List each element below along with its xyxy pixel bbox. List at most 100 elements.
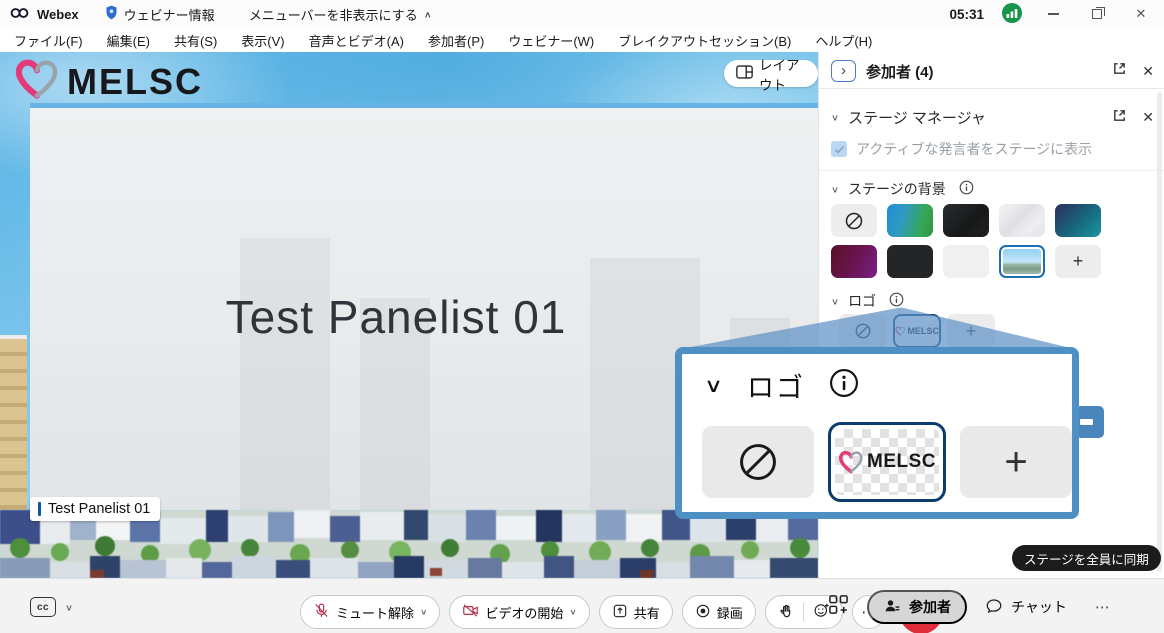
closed-captions-icon[interactable]: cc	[30, 597, 56, 617]
chat-toggle-label: チャット	[1011, 597, 1067, 617]
popout-stage-manager-icon[interactable]	[1112, 108, 1127, 127]
participants-toggle-label: 参加者	[909, 597, 951, 617]
chat-toggle-button[interactable]: チャット	[985, 597, 1067, 618]
unmute-button[interactable]: ミュート解除 ∨	[300, 595, 440, 629]
webex-logo-icon	[10, 6, 29, 23]
record-icon	[695, 603, 711, 622]
stage-manager-header: ∨ ステージ マネージャ ✕	[831, 104, 1154, 130]
callout-logo-melsc-selected[interactable]: MELSC	[828, 422, 946, 502]
raise-hand-icon	[778, 603, 794, 622]
callout-logo-text: MELSC	[867, 451, 936, 473]
app-title: Webex	[37, 7, 79, 22]
melsc-heart-icon	[14, 58, 60, 105]
start-video-button[interactable]: ビデオの開始 ∨	[449, 595, 589, 629]
callout-logo-none[interactable]	[702, 426, 814, 498]
menu-webinar[interactable]: ウェビナー(W)	[508, 31, 594, 50]
bg-thumbnail-silver[interactable]	[999, 204, 1045, 237]
chevron-down-icon: ∨	[420, 608, 427, 617]
callout-section-title: ロゴ	[747, 366, 805, 405]
participants-panel-title: 参加者 (4)	[866, 61, 934, 82]
info-icon	[829, 368, 859, 403]
menu-share[interactable]: 共有(S)	[174, 31, 217, 50]
chevron-down-icon: ∨	[569, 608, 576, 617]
sync-stage-button[interactable]: ステージを全員に同期	[1012, 545, 1161, 571]
control-toolbar: cc ∨ ミュート解除 ∨ ビデオの開始 ∨	[0, 578, 1164, 633]
webinar-info-button[interactable]: ウェビナー情報	[105, 5, 215, 24]
hide-menubar-button[interactable]: メニューバーを非表示にする ∧	[249, 5, 432, 24]
menu-breakout[interactable]: ブレイクアウトセッション(B)	[618, 31, 791, 50]
stage-background-header: ∨ ステージの背景	[831, 178, 1154, 200]
city-building-left	[0, 335, 27, 510]
logo-magnified-callout: ∨ ロゴ MELSC +	[675, 347, 1079, 519]
captions-control[interactable]: cc ∨	[30, 597, 73, 617]
menu-view[interactable]: 表示(V)	[241, 31, 284, 50]
webinar-info-label: ウェビナー情報	[124, 5, 215, 24]
bg-thumbnail-none[interactable]	[831, 204, 877, 237]
more-panels-button[interactable]: ⋯	[1095, 598, 1110, 616]
panel-controls: 参加者 チャット ⋯	[828, 590, 1110, 624]
title-bar: Webex ウェビナー情報 メニューバーを非表示にする ∧ 05:31 ✕	[0, 0, 1164, 28]
stage-tag-icon	[1076, 406, 1104, 438]
participants-toggle-button[interactable]: 参加者	[867, 590, 967, 624]
apps-icon[interactable]	[828, 594, 849, 620]
menu-help[interactable]: ヘルプ(H)	[815, 31, 872, 50]
chevron-down-icon[interactable]: ∨	[831, 296, 839, 306]
bg-thumbnail-light[interactable]	[943, 245, 989, 278]
bg-thumbnail-add-button[interactable]: +	[1055, 245, 1101, 278]
hide-menubar-label: メニューバーを非表示にする	[249, 5, 418, 24]
layout-icon	[736, 65, 753, 82]
chevron-down-icon[interactable]: ∨	[65, 602, 73, 612]
menu-bar: ファイル(F) 編集(E) 共有(S) 表示(V) 音声とビデオ(A) 参加者(…	[0, 28, 1164, 52]
bg-thumbnail-city-selected[interactable]	[999, 245, 1045, 278]
shield-icon	[105, 5, 118, 23]
connection-quality-icon[interactable]	[1002, 3, 1022, 26]
unmute-label: ミュート解除	[336, 603, 414, 622]
close-stage-manager-icon[interactable]: ✕	[1142, 109, 1154, 126]
logo-section-title: ロゴ	[848, 291, 876, 311]
menu-audio-video[interactable]: 音声とビデオ(A)	[309, 31, 404, 50]
menu-edit[interactable]: 編集(E)	[107, 31, 150, 50]
bg-thumbnail-purple[interactable]	[831, 245, 877, 278]
callout-thumbnails-row: MELSC +	[702, 422, 1072, 502]
menu-participants[interactable]: 参加者(P)	[428, 31, 484, 50]
presenter-bar-icon	[38, 502, 41, 516]
bg-thumbnail-dark[interactable]	[943, 204, 989, 237]
meeting-timer: 05:31	[949, 7, 984, 22]
minimize-button[interactable]	[1040, 3, 1066, 25]
callout-logo-add-button[interactable]: +	[960, 426, 1072, 498]
microphone-muted-icon	[313, 602, 330, 622]
bg-thumbnail-black[interactable]	[887, 245, 933, 278]
active-speaker-checkbox-row: アクティブな発言者をステージに表示	[831, 138, 1154, 160]
popout-panel-icon[interactable]	[1112, 61, 1127, 81]
restore-button[interactable]	[1084, 3, 1110, 25]
close-panel-icon[interactable]: ✕	[1142, 63, 1154, 80]
active-speaker-checkbox-label: アクティブな発言者をステージに表示	[856, 139, 1092, 159]
chevron-up-icon: ∧	[424, 9, 432, 19]
share-button[interactable]: 共有	[599, 595, 673, 629]
bg-thumbnail-blue-green[interactable]	[887, 204, 933, 237]
stage-brand-logo: MELSC	[14, 58, 203, 105]
bg-thumbnail-teal[interactable]	[1055, 204, 1101, 237]
info-icon[interactable]	[959, 180, 974, 198]
chevron-down-icon[interactable]: ∨	[831, 112, 839, 122]
active-speaker-text: Test Panelist 01	[2, 290, 790, 344]
person-icon	[883, 597, 901, 618]
active-speaker-checkbox[interactable]	[831, 141, 847, 157]
chevron-down-icon[interactable]: ∨	[831, 184, 839, 194]
collapse-panel-button[interactable]: ›	[831, 60, 856, 82]
layout-button[interactable]: レイアウト	[724, 60, 818, 87]
callout-header: ∨ ロゴ	[704, 366, 859, 405]
transparency-checkerboard: MELSC	[835, 429, 939, 495]
share-screen-icon	[612, 603, 628, 622]
stage-background-title: ステージの背景	[848, 179, 946, 199]
chevron-down-icon: ∨	[704, 374, 723, 397]
info-icon[interactable]	[889, 292, 904, 310]
menu-file[interactable]: ファイル(F)	[14, 31, 83, 50]
stage-background-grid: +	[831, 204, 1101, 278]
panel-scrollbar[interactable]	[1157, 92, 1162, 572]
participant-name-badge: Test Panelist 01	[30, 497, 160, 521]
share-label: 共有	[634, 603, 660, 622]
close-button[interactable]: ✕	[1128, 3, 1154, 25]
record-button[interactable]: 録画	[682, 595, 756, 629]
logo-section-header: ∨ ロゴ	[831, 290, 1154, 312]
